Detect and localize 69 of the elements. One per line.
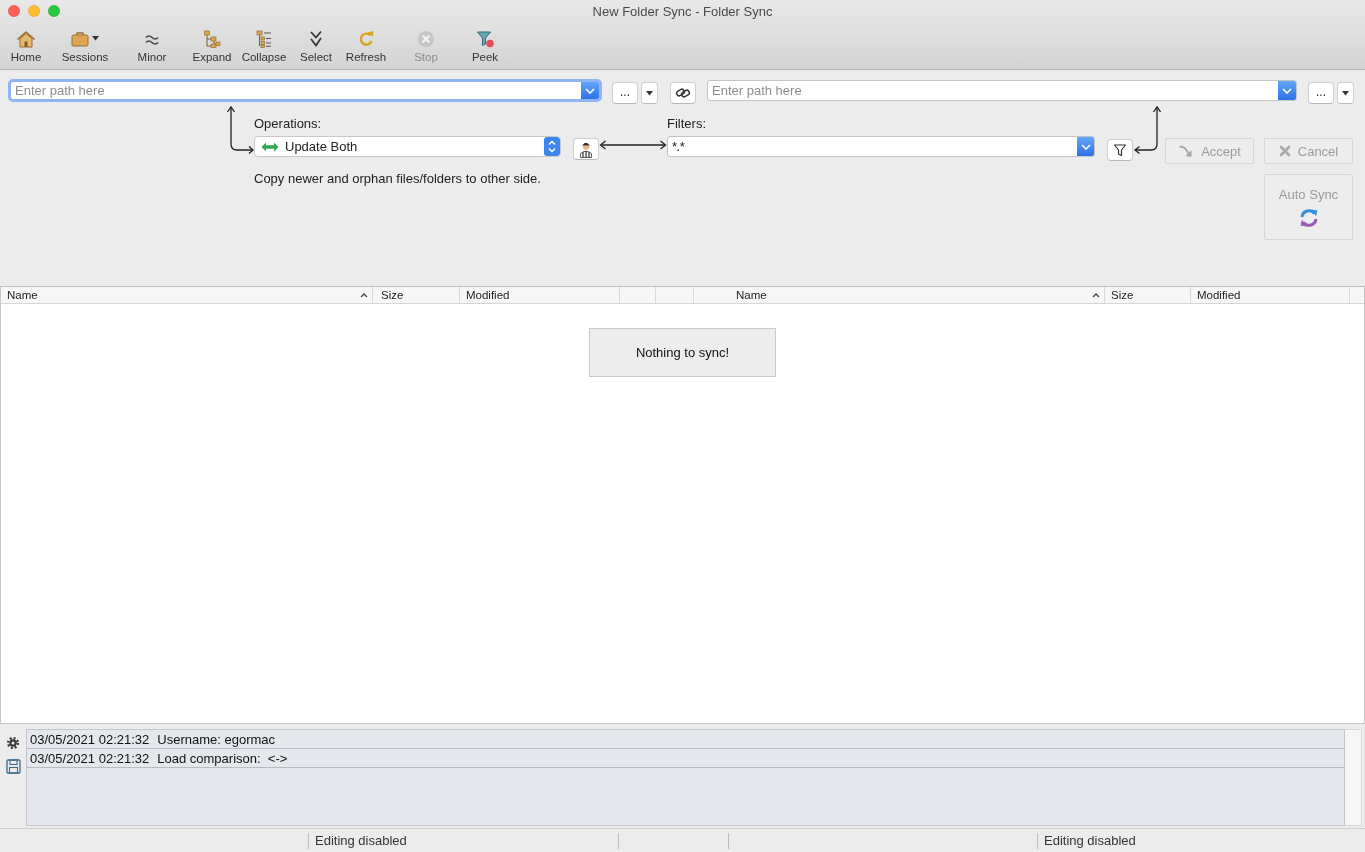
caret-down-icon (646, 90, 653, 96)
status-text: Editing disabled (315, 833, 407, 848)
curved-arrow-icon (1178, 144, 1195, 158)
log-message: Username: egormac (157, 731, 276, 747)
close-icon[interactable] (8, 5, 20, 17)
caret-down-icon (1342, 90, 1349, 96)
referee-button[interactable] (573, 138, 599, 160)
column-header[interactable]: Name (1, 287, 373, 303)
home-icon (16, 29, 36, 48)
bent-arrow-icon (1133, 104, 1161, 154)
log-timestamp: 03/05/2021 02:21:32 (30, 731, 150, 747)
toolbar-button[interactable]: Peek (459, 22, 511, 63)
path-combo[interactable]: Enter path here (8, 79, 602, 102)
log-message: Load comparison: <-> (157, 750, 288, 766)
toolbar-button[interactable]: Select (291, 22, 341, 63)
chevron-down-icon (1282, 87, 1292, 94)
bent-arrow-icon (224, 104, 254, 154)
swap-button[interactable] (670, 82, 696, 104)
dropdown-button[interactable] (1278, 81, 1296, 100)
double-arrow-icon (261, 141, 279, 152)
menu-button[interactable] (641, 82, 658, 104)
operation-description: Copy newer and orphan files/folders to other side. (254, 171, 541, 186)
save-icon[interactable] (5, 759, 21, 774)
browse-button[interactable]: ... (1308, 82, 1334, 104)
status-text: Editing disabled (1044, 833, 1136, 848)
filter-button[interactable] (1107, 139, 1133, 161)
window-title: New Folder Sync - Folder Sync (592, 3, 773, 19)
toolbar-button[interactable]: Minor (126, 22, 178, 63)
dropdown-button[interactable] (581, 82, 599, 99)
scrollbar-track[interactable] (1345, 729, 1362, 826)
chain-link-icon (675, 86, 691, 100)
caret-up-icon (360, 292, 368, 298)
column-header[interactable]: Modified (1191, 287, 1350, 303)
toolbar-button[interactable]: Home (0, 22, 52, 63)
caret-down-icon (92, 36, 99, 41)
funnel-icon (1113, 143, 1127, 157)
stepper-icon (544, 137, 560, 156)
wavy-lines-icon (144, 32, 160, 45)
refresh-icon (358, 29, 374, 48)
tree-icon (203, 29, 221, 48)
toolbar-button[interactable]: Collapse (238, 22, 290, 63)
column-header[interactable]: Size (1105, 287, 1191, 303)
chevron-down-icon (1080, 143, 1091, 150)
toolbar-button[interactable]: Expand (186, 22, 238, 63)
column-header[interactable]: Modified (460, 287, 620, 303)
referee-icon (578, 140, 594, 158)
empty-message: Nothing to sync! (589, 328, 776, 377)
double-check-icon (308, 29, 324, 48)
menu-button[interactable] (1337, 82, 1354, 104)
column-header[interactable]: Name (694, 287, 1105, 303)
browse-button[interactable]: ... (612, 82, 638, 104)
list-tree-icon (256, 29, 272, 48)
funnel-icon (476, 29, 494, 48)
path-input[interactable]: Enter path here (11, 82, 581, 99)
log-timestamp: 03/05/2021 02:21:32 (30, 750, 150, 766)
chevron-down-icon (585, 87, 595, 94)
operations-dropdown[interactable]: Update Both (254, 136, 561, 157)
column-header[interactable]: Size (373, 287, 460, 303)
caret-up-icon (1092, 292, 1100, 298)
toolbar-button[interactable]: Refresh (341, 22, 391, 63)
dropdown-button[interactable] (1077, 137, 1094, 156)
field-label: Filters: (667, 116, 706, 132)
stop-icon (417, 29, 435, 48)
briefcase-icon (71, 30, 89, 47)
field-label: Operations: (254, 116, 322, 132)
double-arrow-icon (599, 139, 667, 151)
cross-icon (1278, 145, 1291, 157)
gear-icon[interactable] (6, 736, 20, 750)
toolbar-button[interactable]: Sessions (59, 22, 111, 63)
